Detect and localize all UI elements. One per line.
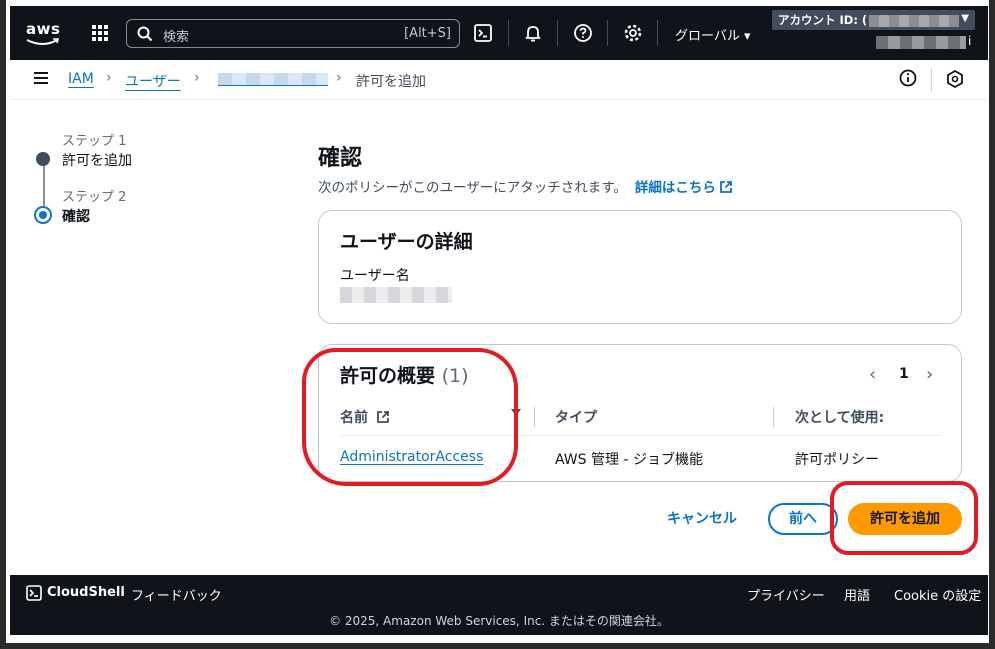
region-selector[interactable]: グローバル ▾: [675, 25, 751, 44]
search-shortcut: [Alt+S]: [404, 26, 451, 41]
search-icon: [137, 26, 153, 42]
chevron-down-icon: ▾: [744, 29, 751, 44]
footer-privacy-link[interactable]: プライバシー: [747, 585, 825, 604]
account-id-redacted: [869, 14, 960, 27]
step-1-sublabel: ステップ 1: [62, 134, 127, 149]
previous-page-icon[interactable]: ‹: [869, 364, 876, 385]
learn-more-link[interactable]: 詳細はこちら: [635, 180, 733, 196]
column-header-type[interactable]: タイプ: [555, 407, 597, 427]
menu-hamburger-icon[interactable]: [34, 72, 48, 84]
page-title: 確認: [318, 146, 363, 171]
step-1-label[interactable]: 許可を追加: [62, 150, 132, 170]
breadcrumb-users[interactable]: ユーザー: [125, 71, 181, 91]
info-icon[interactable]: [898, 68, 918, 88]
annotation-circle-submit: [830, 481, 978, 555]
search-placeholder: 検索: [163, 30, 190, 45]
region-label: グローバル: [675, 29, 740, 44]
footer-cookie-link[interactable]: Cookie の設定: [894, 585, 981, 604]
step-connector: [43, 166, 45, 206]
aws-logo[interactable]: aws: [26, 20, 62, 46]
chevron-right-icon: ›: [106, 70, 112, 86]
cloudshell-icon[interactable]: [472, 22, 494, 44]
policy-used-as: 許可ポリシー: [795, 452, 879, 468]
step-1-indicator: [36, 152, 50, 166]
footer-cloudshell-link[interactable]: CloudShell: [47, 585, 125, 600]
footer-terms-link[interactable]: 用語: [844, 585, 870, 604]
step-2-indicator: [34, 206, 52, 224]
step-2-sublabel: ステップ 2: [62, 190, 127, 205]
username-value-redacted: [340, 287, 452, 303]
previous-button[interactable]: 前へ: [768, 503, 838, 535]
breadcrumb-current: 許可を追加: [356, 74, 426, 90]
top-navigation: aws 検索 [Alt+S] グローバル ▾ アカウント ID: ( ▼ i: [10, 6, 988, 60]
chevron-right-icon: ›: [194, 70, 200, 86]
column-header-used-as[interactable]: 次として使用:: [795, 407, 884, 427]
footer: CloudShell フィードバック プライバシー 用語 Cookie の設定 …: [10, 575, 988, 635]
hexagon-settings-icon[interactable]: [946, 69, 964, 89]
cloudshell-icon: [26, 585, 42, 601]
next-page-icon[interactable]: ›: [926, 364, 933, 385]
cancel-button[interactable]: キャンセル: [656, 503, 748, 535]
aws-smile-icon: [26, 38, 60, 45]
description-text: 次のポリシーがこのユーザーにアタッチされます。: [318, 180, 627, 196]
external-link-icon: [719, 181, 732, 193]
notifications-bell-icon[interactable]: [522, 22, 544, 44]
step-2-label: 確認: [62, 209, 90, 225]
settings-gear-icon[interactable]: [622, 22, 644, 44]
page-description: 次のポリシーがこのユーザーにアタッチされます。 詳細はこちら: [318, 176, 733, 196]
aws-logo-text: aws: [26, 20, 61, 38]
user-details-card: ユーザーの詳細 ユーザー名: [318, 210, 962, 324]
account-id-label: アカウント ID: (: [778, 13, 868, 27]
breadcrumb-username-redacted[interactable]: [218, 73, 328, 86]
breadcrumb-iam[interactable]: IAM: [68, 71, 94, 87]
annotation-circle-policy: [302, 348, 518, 486]
breadcrumb-bar: IAM › ユーザー › › 許可を追加: [10, 60, 988, 100]
services-menu-icon[interactable]: [92, 25, 108, 41]
search-input[interactable]: 検索 [Alt+S]: [126, 19, 460, 48]
username-redacted: [876, 36, 966, 49]
chevron-right-icon: ›: [336, 70, 342, 86]
caret-down-icon: ▼: [961, 13, 969, 24]
user-suffix: i: [968, 34, 972, 48]
account-menu[interactable]: アカウント ID: ( ▼: [772, 10, 975, 30]
policy-type: AWS 管理 - ジョブ機能: [555, 452, 703, 468]
user-details-title: ユーザーの詳細: [340, 231, 473, 253]
username-label: ユーザー名: [340, 268, 410, 284]
footer-feedback-link[interactable]: フィードバック: [131, 585, 222, 604]
page-number[interactable]: 1: [899, 366, 909, 382]
copyright: © 2025, Amazon Web Services, Inc. またはその関…: [329, 614, 669, 628]
help-icon[interactable]: [572, 22, 594, 44]
